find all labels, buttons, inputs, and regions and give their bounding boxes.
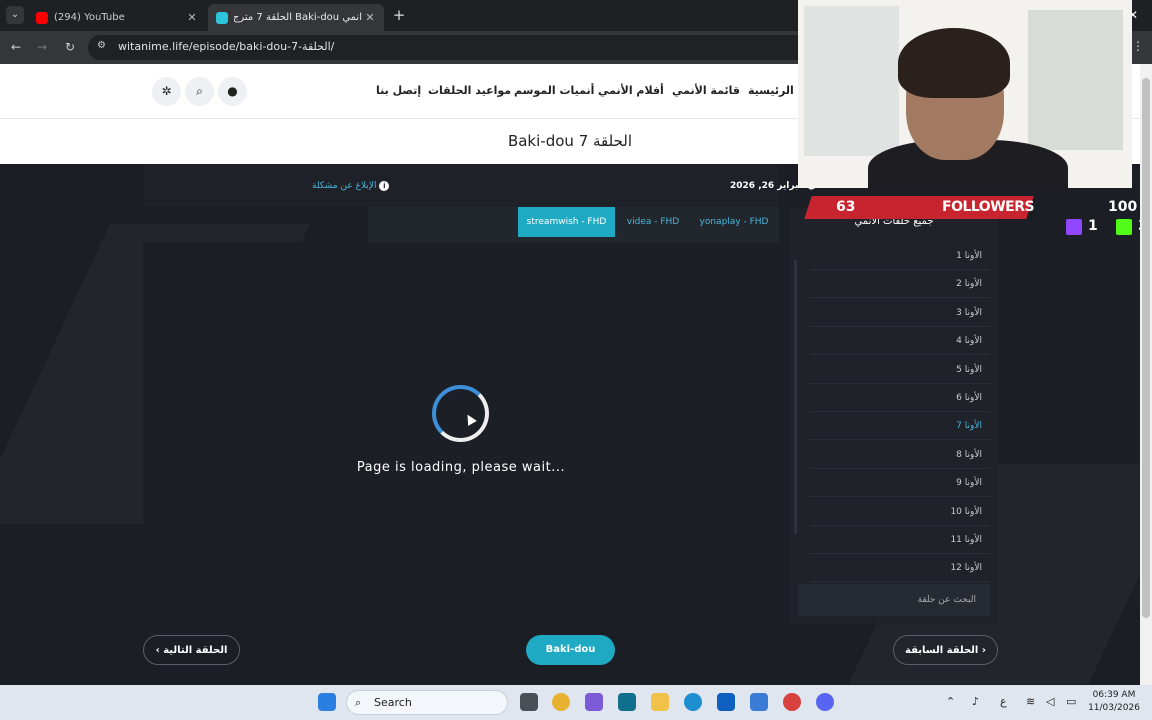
youtube-favicon-icon	[36, 11, 48, 24]
episode-item[interactable]: الأونا 6	[810, 384, 990, 412]
browser-menu-icon[interactable]: ⋮	[1132, 39, 1144, 53]
site-info-icon[interactable]: ⚙	[97, 40, 111, 54]
episode-search-input[interactable]: البحث عن حلقة	[798, 584, 990, 616]
tab-title: (294) YouTube	[54, 12, 125, 23]
nav-episode-schedule[interactable]: مواعيد الحلقات	[428, 84, 511, 97]
tab-title: انمي Baki-dou الحلقة 7 مترج	[234, 12, 362, 23]
url-text: witanime.life/episode/baki-dou-7-الحلقة/	[118, 40, 335, 53]
server-yonaplay[interactable]: yonaplay - FHD	[694, 207, 774, 237]
chevron-up-icon[interactable]: ⌃	[946, 695, 955, 708]
report-problem-link[interactable]: الإبلاغ عن مشكلة i	[312, 181, 390, 191]
store-icon[interactable]	[750, 693, 768, 711]
followers-goal: 100	[1108, 199, 1138, 215]
chrome-icon[interactable]	[552, 693, 570, 711]
tab-search-button[interactable]: ⌄	[6, 6, 24, 24]
page-scrollbar[interactable]	[1140, 64, 1152, 685]
edge-dev-icon[interactable]	[618, 693, 636, 711]
user-icon[interactable]: ●	[218, 77, 247, 106]
twitch-count: 1	[1088, 218, 1098, 234]
edge-icon[interactable]	[684, 693, 702, 711]
window-pane	[804, 6, 899, 156]
episode-item[interactable]: الأونا 9	[810, 469, 990, 497]
discord-icon[interactable]	[816, 693, 834, 711]
server-list: streamwish - FHD videa - FHD yonaplay - …	[368, 207, 779, 242]
person-hair	[898, 28, 1010, 98]
kick-icon	[1116, 219, 1132, 235]
loading-spinner	[432, 385, 489, 442]
nav-home[interactable]: الرئيسية	[748, 84, 794, 97]
chevron-right-icon: ›	[978, 645, 986, 656]
server-videa[interactable]: videa - FHD	[618, 207, 688, 237]
webcam-overlay	[798, 0, 1132, 188]
episode-info-row	[143, 165, 779, 207]
scrollbar-thumb[interactable]	[1142, 78, 1150, 618]
episode-sidebar: جميع حلقات الأنمي الأونا 1 الأونا 2 الأو…	[790, 208, 998, 623]
clock-date: 11/03/2026	[1088, 703, 1140, 713]
close-icon[interactable]: ✕	[1128, 8, 1138, 22]
followers-label: FOLLOWERS	[942, 199, 1035, 215]
next-episode-label: الحلقة التالية	[163, 645, 228, 656]
battery-icon[interactable]: ▭	[1066, 695, 1076, 708]
outlook-icon[interactable]	[717, 693, 735, 711]
episode-item[interactable]: الأونا 5	[810, 356, 990, 384]
language-indicator[interactable]: ع	[1000, 695, 1007, 708]
volume-icon[interactable]: ◁	[1046, 695, 1054, 708]
wifi-icon[interactable]: ≋	[1026, 695, 1035, 708]
witanime-favicon-icon	[216, 11, 228, 24]
video-player[interactable]: Page is loading, please wait...	[143, 242, 779, 620]
episode-item[interactable]: الأونا 2	[810, 270, 990, 298]
episode-item[interactable]: الأونا 3	[810, 299, 990, 327]
episode-item[interactable]: الأونا 11	[810, 526, 990, 554]
episode-item[interactable]: الأونا 12	[810, 554, 990, 582]
new-tab-button[interactable]: +	[390, 6, 408, 24]
record-app-icon[interactable]	[783, 693, 801, 711]
address-bar[interactable]: ⚙ witanime.life/episode/baki-dou-7-الحلق…	[88, 35, 828, 60]
theme-toggle-icon[interactable]: ✲	[152, 77, 181, 106]
previous-episode-button[interactable]: الحلقة السابقة ›	[893, 635, 998, 665]
next-episode-button[interactable]: ‹ الحلقة التالية	[143, 635, 240, 665]
info-icon: i	[379, 181, 390, 191]
nav-contact[interactable]: إتصل بنا	[376, 84, 421, 97]
twitch-icon	[1066, 219, 1082, 235]
taskbar: ⌕ Search ⌃ ♪ ع ≋ ◁ ▭ 06:39 AM 11/03/2026	[0, 685, 1152, 720]
episode-item[interactable]: الأونا 8	[810, 441, 990, 469]
episode-item[interactable]: الأونا 1	[810, 242, 990, 270]
sidebar-scrollbar[interactable]	[794, 260, 797, 534]
forward-icon[interactable]: →	[34, 39, 50, 55]
clock[interactable]: 06:39 AM 11/03/2026	[1088, 689, 1140, 715]
task-view-icon[interactable]	[520, 693, 538, 711]
taskbar-search[interactable]: ⌕ Search	[346, 690, 508, 715]
search-icon[interactable]: ⌕	[185, 77, 214, 106]
windows-start-icon[interactable]	[318, 693, 336, 711]
close-icon[interactable]: ✕	[184, 11, 200, 24]
anime-page-button[interactable]: Baki-dou	[526, 635, 615, 665]
server-streamwish[interactable]: streamwish - FHD	[518, 207, 615, 237]
taskbar-search-label: Search	[374, 696, 412, 709]
nav-anime-movies[interactable]: أفلام الأنمي	[598, 84, 664, 97]
search-icon: ⌕	[355, 696, 362, 709]
nav-season-anime[interactable]: أنميات الموسم	[514, 84, 594, 97]
episode-item[interactable]: الأونا 4	[810, 327, 990, 355]
nav-anime-list[interactable]: قائمة الأنمي	[672, 84, 740, 97]
window-pane	[1028, 10, 1123, 150]
previous-episode-label: الحلقة السابقة	[905, 645, 979, 656]
file-explorer-icon[interactable]	[651, 693, 669, 711]
episode-item-current[interactable]: الأونا 7	[810, 412, 990, 440]
back-icon[interactable]: ←	[8, 39, 24, 55]
clock-time: 06:39 AM	[1092, 690, 1136, 700]
episode-item[interactable]: الأونا 10	[810, 498, 990, 526]
report-label: الإبلاغ عن مشكلة	[312, 181, 377, 191]
reload-icon[interactable]: ↻	[62, 39, 78, 55]
followers-count: 63	[836, 199, 856, 215]
copilot-icon[interactable]	[585, 693, 603, 711]
microphone-icon[interactable]: ♪	[972, 695, 979, 708]
loading-text: Page is loading, please wait...	[356, 460, 566, 475]
close-icon[interactable]: ✕	[362, 11, 378, 24]
tab-witanime[interactable]: انمي Baki-dou الحلقة 7 مترج ✕	[208, 4, 384, 31]
tab-youtube[interactable]: (294) YouTube ✕	[28, 4, 206, 31]
